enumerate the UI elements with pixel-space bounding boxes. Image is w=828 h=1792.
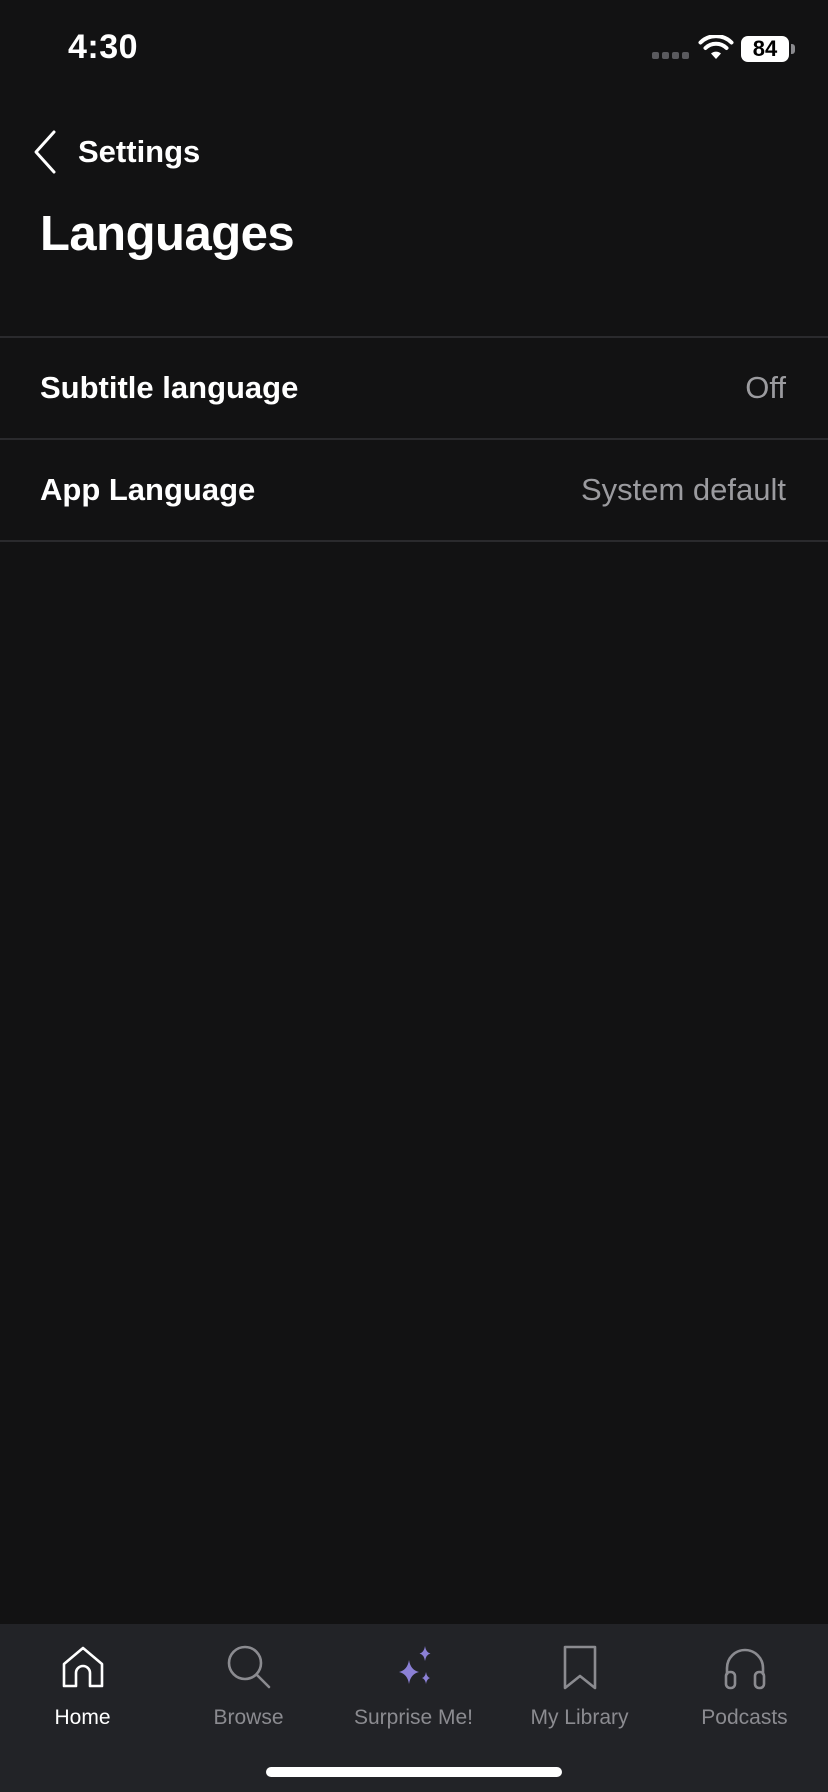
bookmark-icon <box>563 1645 596 1690</box>
tab-browse[interactable]: Browse <box>166 1624 331 1744</box>
battery-cap <box>791 44 795 54</box>
tab-label: My Library <box>530 1706 629 1729</box>
tab-podcasts[interactable]: Podcasts <box>662 1624 827 1744</box>
tab-label: Podcasts <box>701 1706 788 1729</box>
tab-surprise-me[interactable]: Surprise Me! <box>331 1624 496 1744</box>
battery-indicator: 84 <box>741 36 789 62</box>
settings-row-subtitle-language[interactable]: Subtitle language Off <box>0 338 828 440</box>
status-bar: 4:30 84 <box>0 0 828 100</box>
headphones-icon <box>724 1648 765 1690</box>
row-label: Subtitle language <box>40 370 299 405</box>
search-icon <box>227 1645 270 1689</box>
tab-my-library[interactable]: My Library <box>497 1624 662 1744</box>
home-icon <box>62 1646 103 1688</box>
row-value: System default <box>580 472 786 507</box>
tab-home[interactable]: Home <box>0 1624 165 1744</box>
back-label: Settings <box>78 134 201 169</box>
page-title: Languages <box>40 207 295 261</box>
status-time: 4:30 <box>68 28 139 66</box>
cellular-signal-icon <box>652 52 689 59</box>
back-button[interactable]: Settings <box>30 124 200 180</box>
row-label: App Language <box>40 472 256 507</box>
row-value: Off <box>745 370 786 405</box>
tab-label: Home <box>54 1706 111 1729</box>
wifi-icon <box>698 35 734 59</box>
settings-row-app-language[interactable]: App Language System default <box>0 440 828 542</box>
tab-label: Browse <box>213 1706 284 1729</box>
sparkle-icon <box>398 1646 430 1684</box>
settings-list: Subtitle language Off App Language Syste… <box>0 336 828 542</box>
home-indicator[interactable] <box>266 1767 562 1777</box>
chevron-left-icon <box>34 130 56 174</box>
tab-label: Surprise Me! <box>353 1706 474 1729</box>
